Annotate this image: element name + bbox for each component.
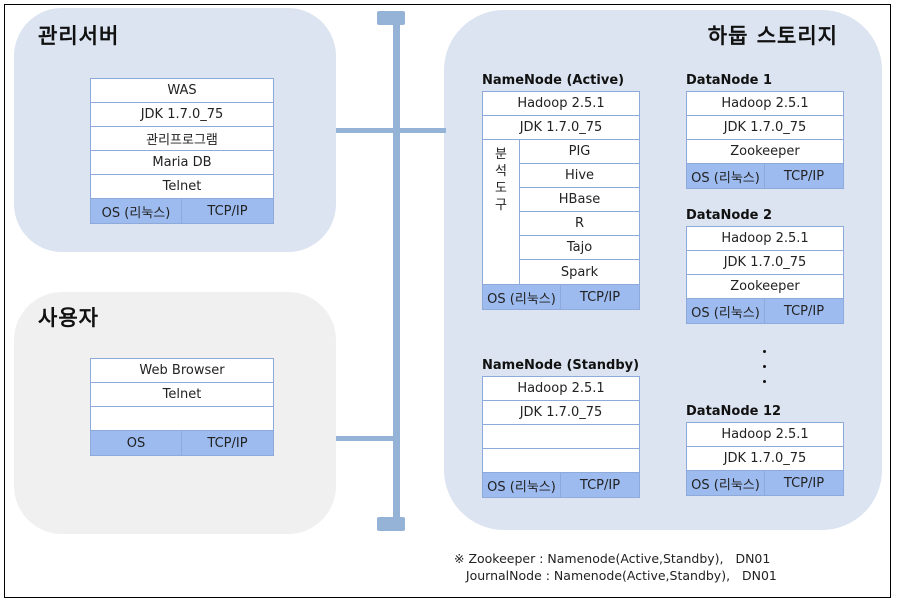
footnote: ※ Zookeeper : Namenode(Active,Standby), … bbox=[454, 550, 777, 584]
stack-layer: JDK 1.7.0_75 bbox=[687, 447, 843, 471]
stack-layer-empty bbox=[483, 425, 639, 449]
stack-layer: Hadoop 2.5.1 bbox=[483, 377, 639, 401]
stack-layer: WAS bbox=[91, 79, 273, 103]
datanode-1-stack: Hadoop 2.5.1 JDK 1.7.0_75 Zookeeper OS (… bbox=[686, 91, 844, 189]
stack-layer-empty bbox=[91, 407, 273, 431]
datanode-2-stack: Hadoop 2.5.1 JDK 1.7.0_75 Zookeeper OS (… bbox=[686, 226, 844, 324]
admin-hadoop-connector bbox=[336, 128, 446, 133]
stack-layer: Zookeeper bbox=[687, 140, 843, 164]
namenode-active-title: NameNode (Active) bbox=[482, 73, 625, 88]
label-char: 도 bbox=[495, 181, 507, 196]
tool-item: PIG bbox=[520, 140, 639, 164]
namenode-standby-stack: Hadoop 2.5.1 JDK 1.7.0_75 OS (리눅스) TCP/I… bbox=[482, 376, 640, 498]
analysis-tools-list: PIG Hive HBase R Tajo Spark bbox=[520, 140, 639, 284]
label-char: 구 bbox=[495, 198, 507, 213]
stack-layer: JDK 1.7.0_75 bbox=[687, 251, 843, 275]
datanode-2-title: DataNode 2 bbox=[686, 208, 773, 223]
tool-item: Hive bbox=[520, 164, 639, 188]
stack-base-layer: OS (리눅스) TCP/IP bbox=[483, 285, 639, 309]
user-title: 사용자 bbox=[38, 306, 99, 330]
tool-item: Tajo bbox=[520, 236, 639, 260]
analysis-tools-group: 분 석 도 구 PIG Hive HBase R Tajo Spark bbox=[483, 140, 639, 285]
network-cell: TCP/IP bbox=[783, 475, 825, 491]
os-cell: OS (리눅스) bbox=[483, 473, 561, 497]
user-stack: Web Browser Telnet OS TCP/IP bbox=[90, 358, 274, 456]
network-cell: TCP/IP bbox=[579, 477, 621, 493]
os-cell: OS (리눅스) bbox=[687, 299, 765, 323]
stack-layer: Zookeeper bbox=[687, 275, 843, 299]
namenode-active-stack: Hadoop 2.5.1 JDK 1.7.0_75 분 석 도 구 PIG Hi… bbox=[482, 91, 640, 310]
stack-base-layer: OS (리눅스) TCP/IP bbox=[687, 471, 843, 495]
os-cell: OS (리눅스) bbox=[91, 199, 182, 223]
stack-layer: Hadoop 2.5.1 bbox=[687, 92, 843, 116]
network-cell: TCP/IP bbox=[207, 435, 248, 451]
analysis-tools-label: 분 석 도 구 bbox=[483, 140, 520, 284]
stack-base-layer: OS (리눅스) TCP/IP bbox=[687, 299, 843, 323]
stack-layer: Telnet bbox=[91, 175, 273, 199]
stack-layer: Telnet bbox=[91, 383, 273, 407]
admin-server-stack: WAS JDK 1.7.0_75 관리프로그램 Maria DB Telnet … bbox=[90, 78, 274, 224]
stack-layer: Hadoop 2.5.1 bbox=[687, 227, 843, 251]
stack-layer: JDK 1.7.0_75 bbox=[687, 116, 843, 140]
stack-base-layer: OS TCP/IP bbox=[91, 431, 273, 455]
stack-layer: JDK 1.7.0_75 bbox=[483, 401, 639, 425]
user-connector bbox=[336, 436, 396, 441]
stack-layer-empty bbox=[483, 449, 639, 473]
footnote-line-journalnode: JournalNode : Namenode(Active,Standby), … bbox=[454, 568, 777, 583]
stack-layer: Hadoop 2.5.1 bbox=[483, 92, 639, 116]
network-cell: TCP/IP bbox=[783, 303, 825, 319]
hadoop-storage-title: 하둡 스토리지 bbox=[707, 24, 838, 48]
os-cell: OS (리눅스) bbox=[687, 471, 765, 495]
tool-item: R bbox=[520, 212, 639, 236]
os-cell: OS (리눅스) bbox=[483, 285, 561, 309]
stack-base-layer: OS (리눅스) TCP/IP bbox=[687, 164, 843, 188]
ellipsis-dot bbox=[763, 350, 766, 353]
label-char: 분 bbox=[495, 147, 507, 162]
stack-layer: Maria DB bbox=[91, 151, 273, 175]
network-bus-top-cap bbox=[377, 11, 405, 25]
stack-base-layer: OS (리눅스) TCP/IP bbox=[91, 199, 273, 223]
network-cell: TCP/IP bbox=[783, 168, 825, 184]
stack-layer: Hadoop 2.5.1 bbox=[687, 423, 843, 447]
stack-layer: JDK 1.7.0_75 bbox=[91, 103, 273, 127]
more-datanodes-ellipsis bbox=[763, 350, 767, 395]
stack-layer: Web Browser bbox=[91, 359, 273, 383]
tool-item: Spark bbox=[560, 264, 599, 280]
tool-item: HBase bbox=[520, 188, 639, 212]
ellipsis-dot bbox=[763, 365, 766, 368]
datanode-12-title: DataNode 12 bbox=[686, 404, 782, 419]
datanode-1-title: DataNode 1 bbox=[686, 73, 773, 88]
datanode-12-stack: Hadoop 2.5.1 JDK 1.7.0_75 OS (리눅스) TCP/I… bbox=[686, 422, 844, 496]
stack-layer: 관리프로그램 bbox=[91, 127, 273, 151]
network-cell: TCP/IP bbox=[579, 289, 621, 305]
stack-base-layer: OS (리눅스) TCP/IP bbox=[483, 473, 639, 497]
admin-server-title: 관리서버 bbox=[38, 24, 120, 48]
footnote-line-zookeeper: ※ Zookeeper : Namenode(Active,Standby), … bbox=[454, 551, 771, 566]
os-cell: OS bbox=[91, 431, 182, 455]
os-cell: OS (리눅스) bbox=[687, 164, 765, 188]
stack-layer: JDK 1.7.0_75 bbox=[483, 116, 639, 140]
ellipsis-dot bbox=[763, 380, 766, 383]
namenode-standby-title: NameNode (Standby) bbox=[482, 358, 640, 373]
network-cell: TCP/IP bbox=[207, 203, 248, 219]
network-bus-line bbox=[393, 20, 400, 520]
network-bus-bottom-cap bbox=[377, 517, 405, 531]
label-char: 석 bbox=[495, 164, 507, 179]
